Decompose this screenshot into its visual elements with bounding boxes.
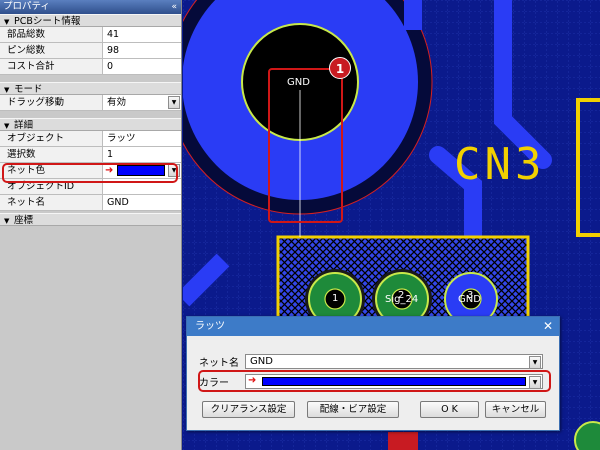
cn3-silk-label: CN3 xyxy=(454,139,546,190)
arrow-right-icon: ➜ xyxy=(105,165,114,176)
prop-key: ピン総数 xyxy=(0,43,103,58)
prop-row-pin-count: ピン総数 98 xyxy=(0,43,181,59)
section-pcb-label: PCBシート情報 xyxy=(14,16,81,27)
prop-key: オブジェクト xyxy=(0,131,103,146)
prop-row-drag-move: ドラッグ移動 有効 ▼ xyxy=(0,95,181,111)
ok-button[interactable]: O K xyxy=(420,401,479,418)
section-coords-header[interactable]: ▼ 座標 xyxy=(0,213,181,226)
prop-value: ラッツ xyxy=(103,131,181,146)
chevron-down-icon: ▼ xyxy=(4,217,10,225)
prop-row-selection-count: 選択数 1 xyxy=(0,147,181,163)
dropdown-arrow-icon[interactable]: ▼ xyxy=(168,96,180,109)
dialog-title: ラッツ xyxy=(195,321,225,332)
property-panel: プロパティ « ▼ PCBシート情報 部品総数 41 ピン総数 98 コスト合計 … xyxy=(0,0,182,450)
pad-1-label: 1 xyxy=(332,293,339,304)
prop-value: GND xyxy=(103,195,181,210)
prop-row-net-color: ネット色 ➜ ▼ xyxy=(0,163,181,179)
drag-move-value: 有効 xyxy=(107,97,127,108)
prop-row-net-name: ネット名 GND xyxy=(0,195,181,211)
pad-2-net-label: Sig_24 xyxy=(385,294,419,305)
prop-row-part-count: 部品総数 41 xyxy=(0,27,181,43)
cancel-button[interactable]: キャンセル xyxy=(485,401,546,418)
bottom-pad xyxy=(388,432,418,450)
prop-value: 41 xyxy=(103,27,181,42)
prop-key: 部品総数 xyxy=(0,27,103,42)
prop-key: 選択数 xyxy=(0,147,103,162)
prop-value: 98 xyxy=(103,43,181,58)
dropdown-arrow-icon[interactable]: ▼ xyxy=(529,355,541,369)
drag-move-select[interactable]: 有効 ▼ xyxy=(103,95,181,110)
prop-key: コスト合計 xyxy=(0,59,103,74)
clearance-settings-button[interactable]: クリアランス設定 xyxy=(202,401,295,418)
net-color-swatch xyxy=(117,165,165,176)
net-name-label: ネット名 xyxy=(199,357,239,369)
wiring-via-settings-button[interactable]: 配線・ビア設定 xyxy=(307,401,399,418)
close-icon[interactable]: ✕ xyxy=(543,317,553,336)
dropdown-arrow-icon[interactable]: ▼ xyxy=(168,164,180,177)
section-detail-label: 詳細 xyxy=(14,120,34,131)
section-detail-header[interactable]: ▼ 詳細 xyxy=(0,118,181,131)
collapse-icon[interactable]: « xyxy=(171,0,177,14)
ratsnest-dialog: ラッツ ✕ ネット名 GND ▼ カラー ➜ ▼ クリアランス設定 配線・ビア設… xyxy=(186,316,560,431)
dropdown-arrow-icon[interactable]: ▼ xyxy=(529,375,541,389)
prop-row-object: オブジェクト ラッツ xyxy=(0,131,181,147)
prop-key: オブジェクトID xyxy=(0,179,103,194)
prop-row-cost-total: コスト合計 0 xyxy=(0,59,181,75)
color-swatch xyxy=(262,376,526,386)
panel-title: プロパティ xyxy=(3,1,50,12)
prop-value: 0 xyxy=(103,59,181,74)
section-pcb-header[interactable]: ▼ PCBシート情報 xyxy=(0,14,181,27)
panel-title-bar: プロパティ « xyxy=(0,0,181,14)
prop-row-object-id: オブジェクトID xyxy=(0,179,181,195)
net-name-select[interactable]: GND ▼ xyxy=(245,353,543,369)
prop-key: ネット名 xyxy=(0,195,103,210)
prop-key: ネット色 xyxy=(0,163,103,178)
arrow-right-icon: ➜ xyxy=(248,374,257,386)
section-mode-label: モード xyxy=(14,84,43,95)
prop-key: ドラッグ移動 xyxy=(0,95,103,110)
step-badge: 1 xyxy=(329,57,351,79)
net-color-picker[interactable]: ➜ ▼ xyxy=(103,163,181,178)
section-coords-label: 座標 xyxy=(14,215,34,226)
section-mode-header[interactable]: ▼ モード xyxy=(0,82,181,95)
net-name-row: ネット名 GND ▼ xyxy=(199,353,543,369)
color-label: カラー xyxy=(199,377,229,389)
prop-value xyxy=(103,179,181,194)
prop-value: 1 xyxy=(103,147,181,162)
pad-3-net-label: GND xyxy=(458,294,481,305)
dialog-title-bar[interactable]: ラッツ ✕ xyxy=(187,317,559,336)
color-row: カラー ➜ ▼ xyxy=(199,373,543,389)
color-picker[interactable]: ➜ ▼ xyxy=(245,373,543,389)
net-name-value: GND xyxy=(250,355,273,367)
gnd-net-label: GND xyxy=(287,77,310,88)
